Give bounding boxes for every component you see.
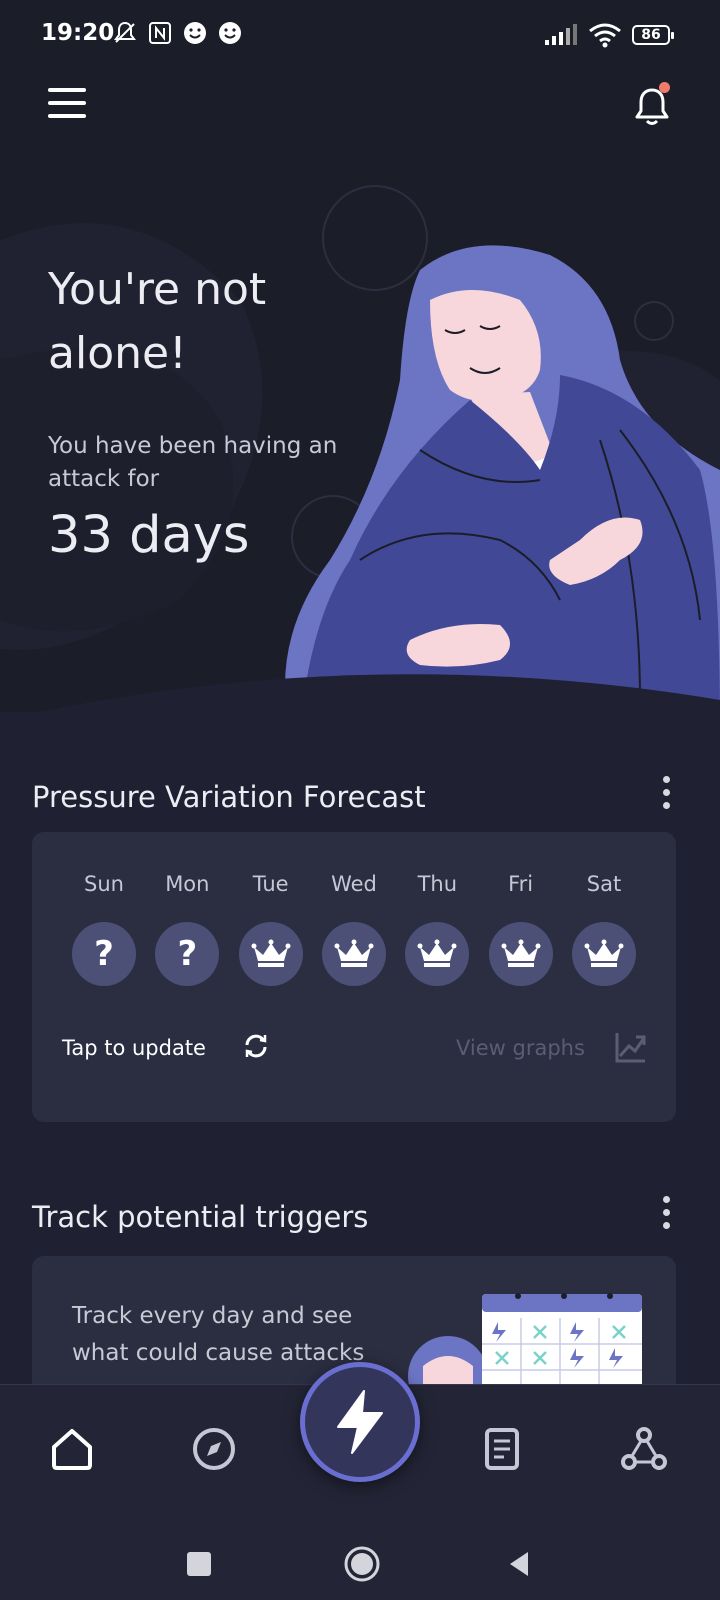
status-system-icons: 86 bbox=[544, 22, 674, 48]
status-notification-icons bbox=[112, 20, 243, 46]
day-label: Fri bbox=[508, 872, 534, 896]
forecast-more-button[interactable] bbox=[658, 776, 674, 816]
home-icon[interactable] bbox=[48, 1425, 96, 1473]
day-label: Sun bbox=[84, 872, 124, 896]
forecast-day-labels: Sun Mon Tue Wed Thu Fri Sat bbox=[72, 872, 636, 896]
day-label: Thu bbox=[417, 872, 458, 896]
triggers-title: Track potential triggers bbox=[32, 1200, 369, 1234]
triggers-more-button[interactable] bbox=[658, 1196, 674, 1236]
signal-icon bbox=[545, 24, 577, 45]
nfc-icon bbox=[149, 22, 171, 44]
forecast-card: Sun Mon Tue Wed Thu Fri Sat ? ? Tap to u… bbox=[32, 832, 676, 1122]
smiley-icon bbox=[219, 22, 241, 44]
forecast-title: Pressure Variation Forecast bbox=[32, 780, 426, 814]
crown-icon[interactable] bbox=[321, 922, 386, 986]
system-navigation bbox=[0, 1520, 720, 1600]
wifi-icon bbox=[589, 23, 621, 48]
status-bar: 19:20 86 bbox=[0, 0, 720, 70]
home-system-button[interactable] bbox=[342, 1544, 382, 1584]
compass-icon[interactable] bbox=[190, 1425, 238, 1473]
mute-icon bbox=[114, 21, 136, 43]
unknown-forecast-icon[interactable]: ? bbox=[72, 922, 136, 986]
menu-button[interactable] bbox=[48, 88, 86, 122]
attack-duration: 33 days bbox=[48, 506, 250, 565]
crown-icon[interactable] bbox=[488, 922, 553, 986]
smiley-icon bbox=[184, 22, 206, 44]
battery-indicator: 86 bbox=[632, 25, 674, 45]
crown-icon[interactable] bbox=[571, 922, 636, 986]
day-label: Wed bbox=[331, 872, 377, 896]
community-icon[interactable] bbox=[620, 1425, 668, 1473]
crown-icon[interactable] bbox=[405, 922, 470, 986]
trend-graph-icon[interactable] bbox=[614, 1030, 648, 1064]
tap-to-update-button[interactable]: Tap to update bbox=[62, 1036, 206, 1060]
recents-button[interactable] bbox=[187, 1552, 211, 1576]
notification-badge bbox=[659, 82, 670, 93]
journal-icon[interactable] bbox=[478, 1425, 526, 1473]
hero-title: You're not alone! bbox=[48, 264, 267, 379]
back-button[interactable] bbox=[506, 1550, 532, 1578]
unknown-forecast-icon[interactable]: ? bbox=[155, 922, 220, 986]
crown-icon[interactable] bbox=[238, 922, 303, 986]
day-label: Tue bbox=[252, 872, 289, 896]
hero-subtitle: You have been having an attack for bbox=[48, 433, 338, 492]
status-time: 19:20 bbox=[41, 20, 115, 46]
forecast-day-indicators: ? ? bbox=[72, 922, 636, 986]
triggers-description: Track every day and see what could cause… bbox=[72, 1303, 365, 1366]
day-label: Sat bbox=[586, 872, 622, 896]
day-label: Mon bbox=[165, 872, 210, 896]
lightning-icon bbox=[337, 1390, 383, 1454]
log-attack-button[interactable] bbox=[300, 1362, 420, 1482]
view-graphs-button[interactable]: View graphs bbox=[456, 1036, 585, 1060]
refresh-icon[interactable] bbox=[242, 1032, 270, 1060]
